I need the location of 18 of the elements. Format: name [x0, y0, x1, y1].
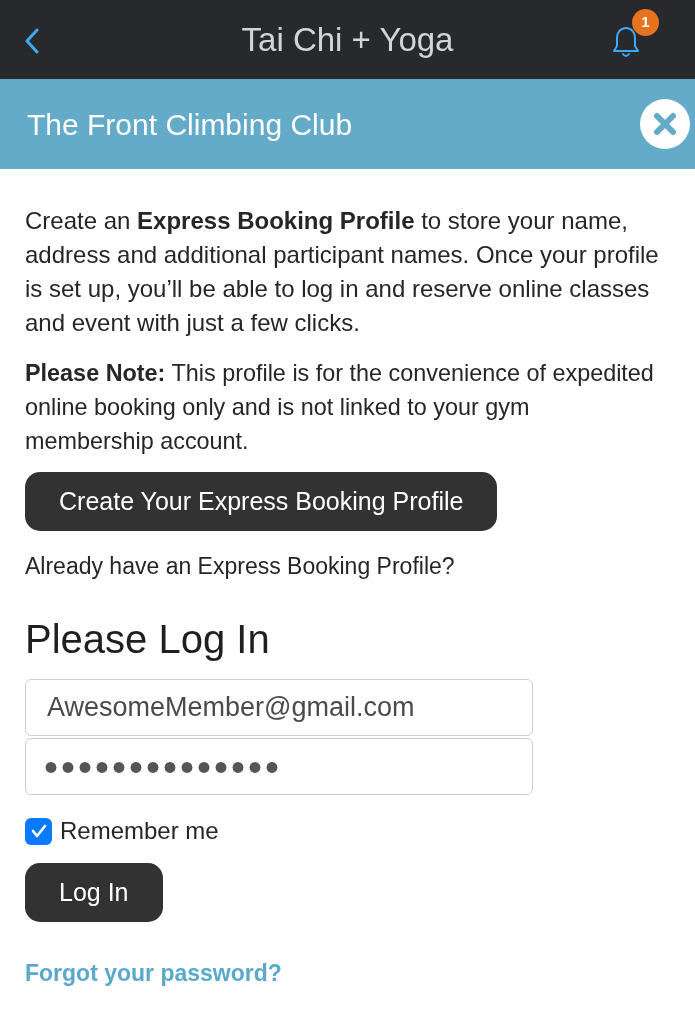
remember-checkbox[interactable] [25, 817, 52, 845]
close-icon [640, 99, 690, 149]
page-title: Tai Chi + Yoga [241, 23, 454, 56]
intro-paragraph: Create an Express Booking Profile to store your name, address and additional participant names. Once your profile is set up, you’ll be able to log in and reserve online classes and event with just a few clicks. [25, 206, 660, 338]
existing-profile-prompt: Already have an Express Booking Profile? [25, 552, 456, 581]
login-heading: Please Log In [25, 617, 271, 661]
email-field[interactable]: AwesomeMember@gmail.com [25, 679, 533, 736]
checkmark-icon [30, 824, 47, 838]
bell-icon [611, 25, 641, 59]
back-chevron-icon [25, 28, 39, 54]
password-field[interactable]: •••••••••••••• [25, 738, 533, 795]
remember-label: Remember me [60, 816, 219, 846]
login-button[interactable]: Log In [25, 863, 163, 922]
notification-badge: 1 [632, 9, 659, 36]
close-button[interactable] [640, 99, 690, 149]
create-profile-button[interactable]: Create Your Express Booking Profile [25, 472, 498, 531]
club-name: The Front Climbing Club [27, 106, 353, 143]
note-paragraph: Please Note: This profile is for the convenience of expedited online booking only and is not linked to your gym membership account. [25, 359, 655, 456]
